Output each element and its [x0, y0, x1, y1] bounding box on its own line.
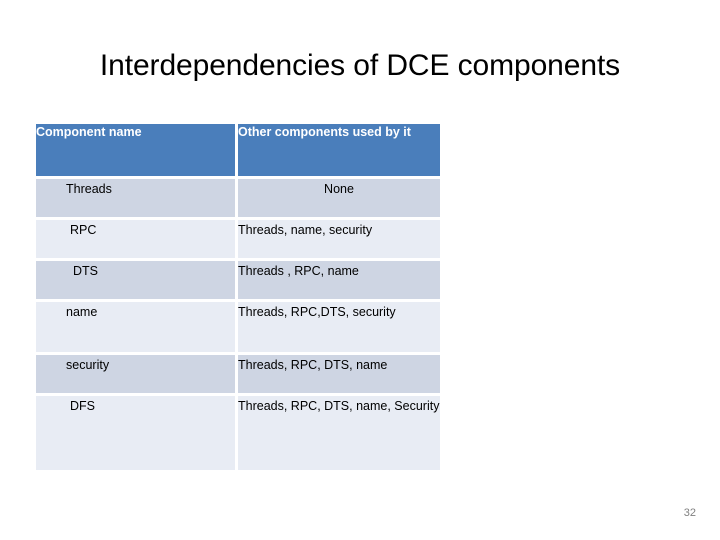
table-row: DTS Threads , RPC, name: [36, 261, 440, 299]
cell-other-components: Threads, RPC, DTS, name: [238, 355, 440, 393]
table-row: RPC Threads, name, security: [36, 220, 440, 258]
dce-dependency-table: Component name Other components used by …: [36, 124, 440, 470]
cell-other-components: None: [238, 179, 440, 217]
component-label: name: [66, 305, 98, 319]
cell-component-name: name: [36, 302, 235, 352]
page-number: 32: [683, 507, 696, 519]
component-label: RPC: [70, 223, 97, 237]
cell-component-name: DTS: [36, 261, 235, 299]
component-label: Threads: [66, 182, 112, 196]
cell-other-components: Threads, RPC,DTS, security: [238, 302, 440, 352]
column-header-other-components: Other components used by it: [238, 124, 440, 176]
component-label: security: [66, 358, 110, 372]
table-row: DFS Threads, RPC, DTS, name, Security: [36, 396, 440, 470]
column-header-component-name: Component name: [36, 124, 235, 176]
table-header-row: Component name Other components used by …: [36, 124, 440, 176]
cell-component-name: security: [36, 355, 235, 393]
component-label: DFS: [70, 399, 95, 413]
cell-other-components: Threads , RPC, name: [238, 261, 440, 299]
cell-component-name: RPC: [36, 220, 235, 258]
table-row: name Threads, RPC,DTS, security: [36, 302, 440, 352]
page-title: Interdependencies of DCE components: [99, 49, 621, 82]
cell-component-name: Threads: [36, 179, 235, 217]
table-row: security Threads, RPC, DTS, name: [36, 355, 440, 393]
cell-component-name: DFS: [36, 396, 235, 470]
cell-other-components: Threads, RPC, DTS, name, Security: [238, 396, 440, 470]
cell-other-components: Threads, name, security: [238, 220, 440, 258]
slide-canvas: Interdependencies of DCE components Comp…: [0, 0, 720, 540]
component-label: DTS: [73, 264, 98, 278]
table-row: Threads None: [36, 179, 440, 217]
